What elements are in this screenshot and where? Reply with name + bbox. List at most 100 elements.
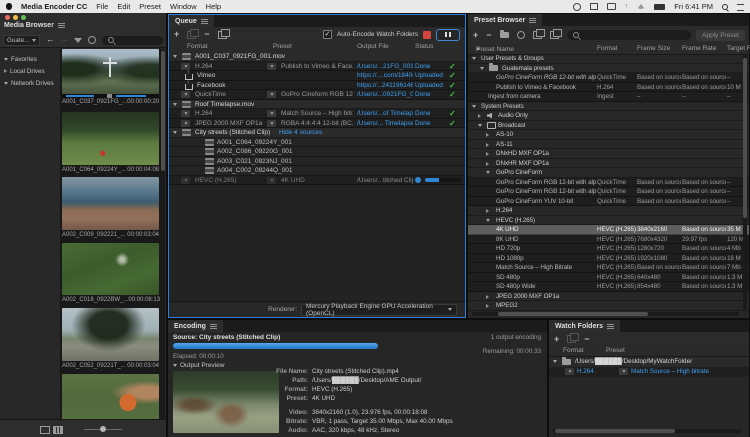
preset-settings-button[interactable] — [517, 31, 525, 39]
queue-source-row[interactable]: City streets (Stitched Clip)Hide 4 sourc… — [169, 128, 465, 138]
preset-row[interactable]: HD 720pHEVC (H.265)1280x720Based on sour… — [468, 244, 749, 254]
forward-button[interactable]: → — [60, 36, 68, 44]
preset-category-row[interactable]: GoPro CineForm — [468, 168, 749, 178]
zoom-slider-knob[interactable] — [100, 426, 106, 432]
column-preset-name[interactable]: Preset Name — [476, 45, 480, 52]
preset-group-row[interactable]: System Presets — [468, 102, 749, 112]
upload-status-icon[interactable]: ↑ — [625, 3, 629, 10]
display-icon[interactable] — [607, 3, 616, 10]
auto-encode-checkbox[interactable] — [323, 30, 332, 39]
queue-share-row[interactable]: Facebookhttps://...24119614602283Uploade… — [169, 81, 465, 91]
location-dropdown[interactable]: Guate... — [3, 35, 40, 46]
preset-row[interactable]: SD 480p WideHEVC (H.265)854x480Based on … — [468, 282, 749, 292]
clip-thumbnail[interactable] — [62, 177, 159, 230]
minimize-window-button[interactable] — [13, 15, 18, 20]
output-file-link[interactable]: /Users/...0921FG_001.mov — [357, 90, 413, 99]
preset-scrollbar-horizontal[interactable] — [472, 312, 739, 316]
zoom-window-button[interactable] — [21, 15, 26, 20]
notification-center-icon[interactable] — [737, 4, 744, 11]
queue-subclip-row[interactable]: A004_C002_09244Q_001 — [169, 166, 465, 176]
column-format[interactable]: Format — [563, 347, 584, 354]
add-watch-folder-button[interactable]: + — [554, 335, 559, 344]
menu-clock[interactable]: Fri 6:41 PM — [674, 2, 713, 11]
preset-category-row[interactable]: AS-11 — [468, 140, 749, 150]
apple-menu-icon[interactable] — [6, 3, 12, 10]
close-window-button[interactable] — [5, 15, 10, 20]
media-search-input[interactable] — [102, 36, 163, 45]
preset-category-row[interactable]: MPEG2 — [468, 301, 749, 311]
battery-icon[interactable] — [654, 4, 665, 10]
queue-subclip-row[interactable]: A002_C086_09220G_001 — [169, 147, 465, 157]
preset-category-row[interactable]: JPEG 2000 MXF OP1a — [468, 292, 749, 302]
preset-search-input[interactable] — [567, 30, 691, 40]
queue-output-row[interactable]: H.264Match Source – High bitr.../Users/.… — [169, 109, 465, 119]
back-button[interactable]: ← — [46, 36, 54, 44]
panel-menu-icon[interactable] — [201, 19, 208, 24]
column-preset[interactable]: Preset — [606, 347, 625, 354]
add-source-button[interactable]: + — [174, 30, 179, 39]
preset-category-row[interactable]: Audio Only — [468, 111, 749, 121]
tree-item-local-drives[interactable]: Local Drives — [4, 65, 60, 77]
new-preset-button[interactable]: + — [473, 31, 478, 40]
panel-menu-icon[interactable] — [529, 18, 536, 23]
add-output-button[interactable] — [187, 31, 196, 39]
remove-watch-folder-button[interactable]: − — [584, 335, 589, 344]
panel-menu-icon[interactable] — [58, 23, 65, 28]
column-format[interactable]: Format — [597, 45, 618, 52]
queue-source-row[interactable]: A001_C037_0921FG_001.mov — [169, 52, 465, 62]
menu-extra-icon[interactable] — [573, 3, 581, 11]
queue-source-row[interactable]: Roof Timelapse.mov — [169, 100, 465, 110]
format-dropdown[interactable] — [181, 110, 190, 117]
preset-row[interactable]: HD 1080pHEVC (H.265)1920x1080Based on so… — [468, 254, 749, 264]
preset-category-row[interactable]: DNxHD MXF OP1a — [468, 149, 749, 159]
tree-item-favorites[interactable]: Favorites — [4, 53, 60, 65]
queue-share-row[interactable]: Vimeohttps://....com/184066142Uploaded — [169, 71, 465, 81]
clip-thumbnail[interactable] — [62, 374, 159, 420]
preset-row[interactable]: SD 480pHEVC (H.265)640x480Based on sourc… — [468, 273, 749, 283]
menu-extra-icon[interactable] — [590, 3, 598, 10]
preset-dropdown[interactable] — [267, 110, 276, 117]
share-url-link[interactable]: https://...24119614602283 — [357, 81, 413, 90]
column-status[interactable]: Status — [415, 43, 433, 50]
queue-subclip-row[interactable]: A001_C064_09224Y_001 — [169, 138, 465, 148]
format-dropdown[interactable] — [565, 368, 574, 375]
tree-item-network-drives[interactable]: Network Drives — [4, 77, 60, 89]
column-frame-rate[interactable]: Frame Rate — [682, 45, 716, 52]
tab-watch-folders[interactable]: Watch Folders — [549, 320, 620, 332]
watch-output-row[interactable]: H.264Match Source – High bitrate — [549, 367, 749, 377]
output-file-link[interactable]: /Users/...21FG_001_1.mp4 — [357, 62, 413, 71]
preset-dropdown[interactable] — [267, 91, 276, 98]
column-preset[interactable]: Preset — [273, 43, 292, 50]
column-format[interactable]: Format — [187, 43, 208, 50]
import-preset-button[interactable] — [533, 31, 542, 39]
preset-row-selected[interactable]: 4K UHDHEVC (H.265)3840x2160Based on sour… — [468, 225, 749, 235]
output-file-link[interactable]: /Users/... Timelapse_1.mxf — [357, 119, 413, 128]
preset-category-row[interactable]: DNxHR MXF OP1a — [468, 159, 749, 169]
app-menu[interactable]: Media Encoder CC — [21, 2, 87, 11]
preset-row[interactable]: Publish to Vimeo & FacebookH.264Based on… — [468, 83, 749, 93]
spotlight-search-icon[interactable] — [722, 4, 728, 10]
queue-output-row[interactable]: QuickTimeGoPro Cineform RGB 12.../Users/… — [169, 90, 465, 100]
queue-subclip-row[interactable]: A003_C021_0923NJ_001 — [169, 157, 465, 167]
media-scrollbar[interactable] — [161, 49, 165, 420]
preset-row[interactable]: GoPro CineForm RGB 12-bit with alpha (Al… — [468, 73, 749, 83]
queue-output-row[interactable]: JPEG 2000 MXF OP1aRGBA 4:4:4:4 12-bit (B… — [169, 119, 465, 129]
duplicate-button[interactable] — [218, 31, 227, 39]
preset-group-row[interactable]: Guatemala presets — [468, 64, 749, 74]
column-target-rate[interactable]: Target R — [727, 45, 750, 52]
tab-encoding[interactable]: Encoding — [168, 320, 223, 332]
export-preset-button[interactable] — [550, 31, 559, 39]
hide-sources-link[interactable]: Hide 4 sources — [279, 128, 322, 137]
renderer-dropdown[interactable]: Mercury Playback Engine GPU Acceleration… — [301, 304, 457, 316]
queue-encoding-row[interactable]: HEVC (H.265)4K UHD/Users/...titched Clip… — [169, 176, 465, 186]
output-file-link[interactable]: /Users/...of Timelapse.mp4 — [357, 109, 413, 118]
gear-icon[interactable] — [88, 36, 96, 44]
tab-queue[interactable]: Queue — [169, 15, 214, 27]
list-view-button[interactable] — [40, 426, 50, 434]
clip-thumbnail[interactable] — [62, 49, 159, 94]
preset-category-row[interactable]: HEVC (H.265) — [468, 216, 749, 226]
preset-row[interactable]: 8K UHDHEVC (H.265)7680x432029.97 fps120 … — [468, 235, 749, 245]
watch-scrollbar-horizontal[interactable] — [553, 429, 741, 433]
pause-queue-button[interactable] — [436, 29, 460, 41]
preset-dropdown[interactable] — [619, 368, 628, 375]
